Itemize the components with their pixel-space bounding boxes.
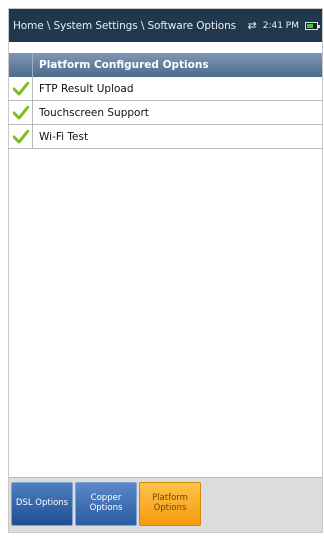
clock-time: 2:41 PM <box>262 20 299 31</box>
option-label: FTP Result Upload <box>39 82 134 95</box>
table-row[interactable]: Touchscreen Support <box>9 101 322 125</box>
tab-copper-options[interactable]: Copper Options <box>75 482 137 526</box>
tab-label: Platform Options <box>152 493 188 513</box>
title-bar: Home \ System Settings \ Software Option… <box>9 9 322 42</box>
checkmark-icon <box>9 77 33 100</box>
table-row[interactable]: FTP Result Upload <box>9 77 322 101</box>
sync-arrows-icon: ⇄ <box>247 19 257 32</box>
checkmark-icon <box>9 125 33 148</box>
table-header-label: Platform Configured Options <box>39 59 209 71</box>
battery-level-fill <box>307 23 314 28</box>
status-area: ⇄ 2:41 PM <box>247 19 320 32</box>
table-row[interactable]: Wi-Fi Test <box>9 125 322 149</box>
tab-dsl-options[interactable]: DSL Options <box>11 482 73 526</box>
options-table: Platform Configured Options FTP Result U… <box>9 53 322 149</box>
tab-label: DSL Options <box>15 498 69 509</box>
header-check-column <box>9 53 33 77</box>
app-window: Home \ System Settings \ Software Option… <box>8 8 323 533</box>
bottom-tab-bar: DSL Options Copper Options Platform Opti… <box>9 477 322 532</box>
option-label: Touchscreen Support <box>39 106 149 119</box>
breadcrumb[interactable]: Home \ System Settings \ Software Option… <box>13 20 248 32</box>
tab-platform-options[interactable]: Platform Options <box>139 482 201 526</box>
checkmark-icon <box>9 101 33 124</box>
tab-label: Copper Options <box>89 493 123 513</box>
option-label: Wi-Fi Test <box>39 130 89 143</box>
table-header: Platform Configured Options <box>9 53 322 77</box>
battery-icon <box>305 21 320 30</box>
